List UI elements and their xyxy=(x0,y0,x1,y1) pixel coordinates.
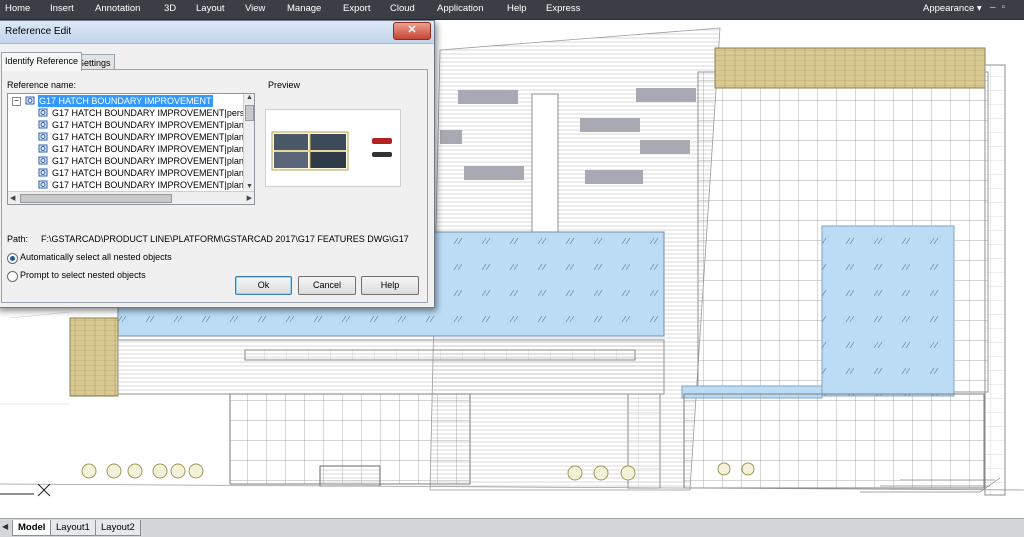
preview-image xyxy=(265,109,401,187)
menu-cloud[interactable]: Cloud xyxy=(390,3,415,14)
path-value: F:\GSTARCAD\PRODUCT LINE\PLATFORM\GSTARC… xyxy=(41,234,409,244)
appearance-dropdown[interactable]: Appearance ▾ xyxy=(923,3,982,14)
xref-icon xyxy=(38,168,48,177)
path-label: Path: xyxy=(7,234,29,244)
scroll-left-icon[interactable]: ◀ xyxy=(10,194,15,202)
menu-export[interactable]: Export xyxy=(343,3,370,14)
menu-insert[interactable]: Insert xyxy=(50,3,74,14)
restore-icon[interactable]: ▫ xyxy=(1002,2,1012,13)
tab-scroll-left-icon[interactable]: ◀ xyxy=(2,522,8,531)
tree-item-label: G17 HATCH BOUNDARY IMPROVEMENT|planta xyxy=(52,144,252,154)
menu-3d[interactable]: 3D xyxy=(164,3,176,14)
tree-item-label: G17 HATCH BOUNDARY IMPROVEMENT|planta xyxy=(52,120,252,130)
layout-tab-bar: ◀ Model Layout1 Layout2 xyxy=(0,518,1024,537)
xref-icon xyxy=(38,144,48,153)
drawing-thumbnail xyxy=(271,131,392,171)
scroll-right-icon[interactable]: ▶ xyxy=(247,194,252,202)
radio-prompt-select[interactable] xyxy=(7,271,18,282)
collapse-icon[interactable]: − xyxy=(12,97,21,106)
tree-vertical-scrollbar[interactable]: ▲ ▼ xyxy=(243,94,254,190)
window-controls[interactable]: –▫ xyxy=(990,2,1011,13)
menu-application[interactable]: Application xyxy=(437,3,483,14)
radio-prompt-select-label: Prompt to select nested objects xyxy=(20,270,146,280)
preview-label: Preview xyxy=(268,80,301,90)
xref-icon xyxy=(38,180,48,189)
menu-manage[interactable]: Manage xyxy=(287,3,321,14)
tab-identify-reference[interactable]: Identify Reference xyxy=(1,52,83,71)
radio-auto-select[interactable] xyxy=(7,253,18,264)
tree-item-label: G17 HATCH BOUNDARY IMPROVEMENT|planta xyxy=(52,156,252,166)
radio-auto-select-label: Automatically select all nested objects xyxy=(20,252,172,262)
close-icon[interactable]: ✕ xyxy=(393,22,431,40)
dialog-title: Reference Edit xyxy=(5,26,72,37)
xref-icon xyxy=(38,108,48,117)
reference-name-label: Reference name: xyxy=(7,80,77,90)
xref-icon xyxy=(38,120,48,129)
xref-icon xyxy=(38,132,48,141)
help-button[interactable]: Help xyxy=(361,276,419,295)
reference-edit-dialog: Reference Edit ✕ Identify Reference Sett… xyxy=(0,20,435,308)
tree-item-label: G17 HATCH BOUNDARY IMPROVEMENT|planta xyxy=(52,180,252,190)
tab-layout2[interactable]: Layout2 xyxy=(95,520,141,536)
scroll-down-icon[interactable]: ▼ xyxy=(246,183,253,190)
dialog-titlebar[interactable]: Reference Edit ✕ xyxy=(0,21,434,44)
minimize-icon[interactable]: – xyxy=(990,2,1002,13)
tree-horizontal-scrollbar[interactable]: ◀ ▶ xyxy=(8,191,254,204)
menu-express[interactable]: Express xyxy=(546,3,580,14)
tree-item-label: G17 HATCH BOUNDARY IMPROVEMENT|planta xyxy=(52,168,252,178)
appearance-label: Appearance xyxy=(923,3,975,14)
reference-tree[interactable]: − G17 HATCH BOUNDARY IMPROVEMENT G17 HAT… xyxy=(7,93,255,205)
ok-button[interactable]: Ok xyxy=(235,276,292,295)
menu-annotation[interactable]: Annotation xyxy=(95,3,140,14)
menu-layout[interactable]: Layout xyxy=(196,3,225,14)
tab-layout1[interactable]: Layout1 xyxy=(50,520,96,536)
xref-icon xyxy=(38,156,48,165)
tab-model[interactable]: Model xyxy=(12,520,52,536)
menu-help[interactable]: Help xyxy=(507,3,527,14)
menu-view[interactable]: View xyxy=(245,3,265,14)
cancel-button[interactable]: Cancel xyxy=(298,276,356,295)
scroll-up-icon[interactable]: ▲ xyxy=(246,94,253,101)
tree-item-label: G17 HATCH BOUNDARY IMPROVEMENT|person xyxy=(52,108,255,118)
scroll-thumb[interactable] xyxy=(245,105,254,121)
menu-home[interactable]: Home xyxy=(5,3,30,14)
tree-item-label: G17 HATCH BOUNDARY IMPROVEMENT|planta xyxy=(52,132,252,142)
menu-bar: Home Insert Annotation 3D Layout View Ma… xyxy=(0,0,1024,20)
xref-icon xyxy=(25,96,35,105)
tree-item-label: G17 HATCH BOUNDARY IMPROVEMENT xyxy=(38,95,213,107)
scroll-thumb[interactable] xyxy=(20,194,172,203)
